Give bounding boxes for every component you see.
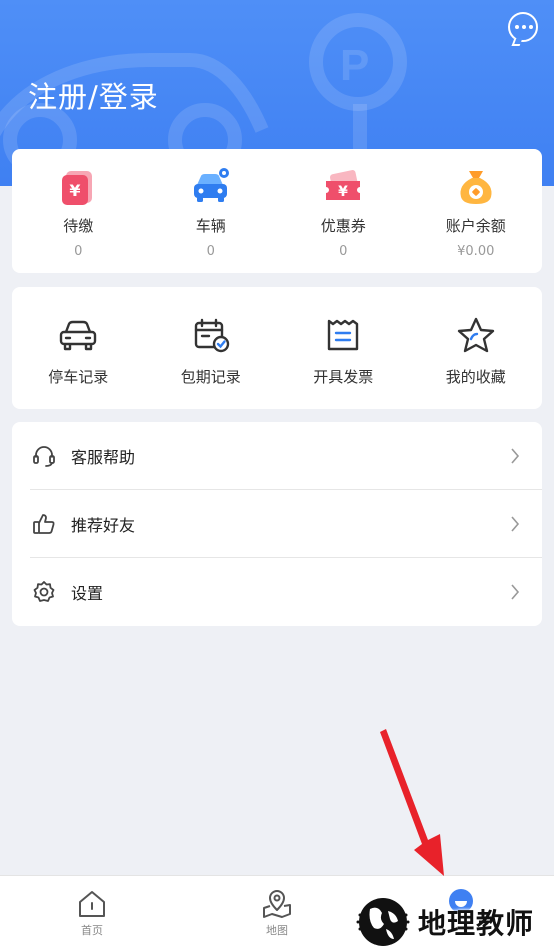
menu-label: 推荐好友: [71, 516, 136, 535]
stat-vehicles[interactable]: 车辆 0: [145, 149, 278, 273]
service-label: 包期记录: [180, 368, 241, 386]
calendar-check-icon: [194, 318, 229, 353]
stat-balance[interactable]: 账户余额 ¥0.00: [410, 149, 543, 273]
invoice-icon: [328, 319, 359, 351]
menu-label: 客服帮助: [71, 448, 136, 467]
stat-label: 优惠券: [320, 217, 366, 235]
car-icon: [60, 320, 97, 351]
coupon-icon: ¥: [326, 170, 361, 200]
chevron-right-icon: [511, 448, 520, 464]
stat-pending-payment[interactable]: ¥ 待缴 0: [12, 149, 145, 273]
vehicle-icon: [193, 168, 229, 202]
stat-value: 0: [206, 244, 215, 259]
menu-label: 设置: [71, 584, 104, 603]
account-stats-card: ¥ 待缴 0 车辆 0 ¥ 优惠券 0 账户余额 ¥0.00: [12, 149, 542, 273]
service-label: 我的收藏: [445, 368, 506, 386]
chevron-right-icon: [511, 584, 520, 600]
svg-text:¥: ¥: [338, 184, 348, 200]
svg-text:¥: ¥: [70, 181, 81, 200]
thumbs-up-icon: [33, 514, 55, 534]
message-button[interactable]: [508, 12, 538, 46]
home-icon: [79, 891, 105, 917]
stat-value: ¥0.00: [457, 244, 495, 259]
service-parking-records[interactable]: 停车记录: [12, 287, 145, 409]
star-icon: [457, 317, 494, 353]
annotation-arrow: [380, 729, 444, 876]
tab-map[interactable]: 地图: [237, 888, 317, 938]
service-favorites[interactable]: 我的收藏: [410, 287, 543, 409]
watermark-text: 地理教师: [418, 907, 535, 940]
headset-icon: [33, 446, 55, 467]
menu-item-customer-service[interactable]: 客服帮助: [12, 422, 542, 490]
service-period-records[interactable]: 包期记录: [145, 287, 278, 409]
stat-value: 0: [74, 244, 83, 259]
globe-logo-icon: [356, 898, 410, 946]
gear-icon: [33, 581, 55, 602]
stat-label: 车辆: [195, 217, 226, 235]
stat-label: 待缴: [63, 217, 94, 235]
stat-coupons[interactable]: ¥ 优惠券 0: [277, 149, 410, 273]
chevron-right-icon: [511, 516, 520, 532]
service-label: 开具发票: [313, 368, 374, 386]
chat-bubble-icon: [515, 25, 533, 29]
tab-label: 首页: [81, 924, 103, 937]
watermark: 地理教师: [352, 895, 534, 949]
login-register-link[interactable]: 注册/登录: [28, 74, 159, 116]
bill-icon: ¥: [62, 171, 93, 205]
tab-home[interactable]: 首页: [52, 888, 132, 938]
stat-label: 账户余额: [445, 217, 506, 235]
service-label: 停车记录: [48, 368, 109, 386]
money-bag-icon: [460, 171, 492, 204]
service-issue-invoice[interactable]: 开具发票: [277, 287, 410, 409]
map-pin-icon: [263, 890, 291, 918]
svg-text:P: P: [340, 41, 369, 90]
stat-value: 0: [339, 244, 348, 259]
services-card: 停车记录 包期记录 开具发票 我的收藏: [12, 287, 542, 409]
menu-item-settings[interactable]: 设置: [12, 558, 542, 626]
tab-label: 地图: [266, 924, 288, 937]
menu-card: 客服帮助 推荐好友 设置: [12, 422, 542, 626]
menu-item-recommend-friends[interactable]: 推荐好友: [12, 490, 542, 558]
